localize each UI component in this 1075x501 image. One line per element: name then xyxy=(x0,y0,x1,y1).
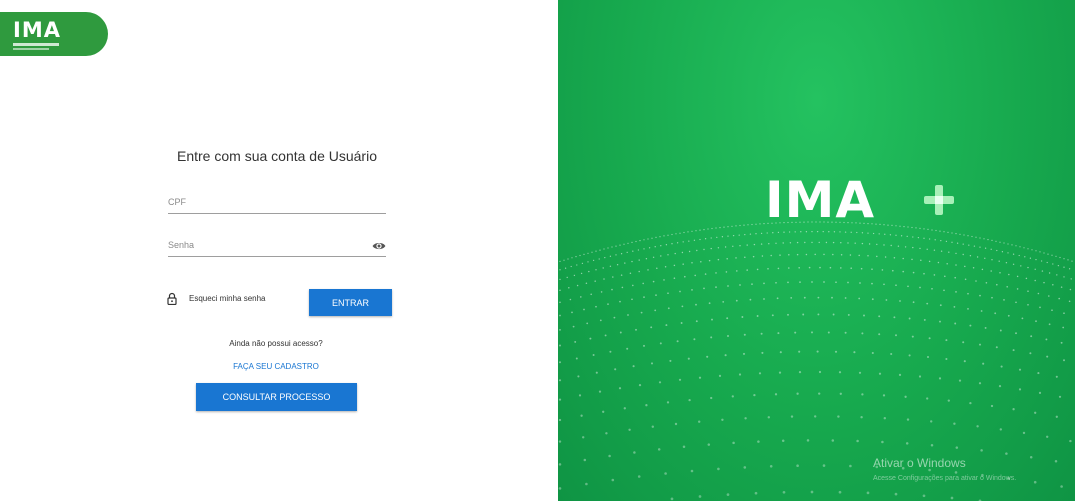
brand-logo: IMA xyxy=(765,172,985,232)
register-link[interactable]: FAÇA SEU CADASTRO xyxy=(196,362,356,371)
ima-logo: IMA xyxy=(0,12,108,56)
eye-icon[interactable] xyxy=(372,239,386,253)
cpf-input[interactable]: CPF xyxy=(168,195,386,214)
brand-text: IMA xyxy=(765,171,876,229)
consult-process-button[interactable]: CONSULTAR PROCESSO xyxy=(196,383,357,411)
windows-activation-subtitle: Acesse Configurações para ativar o Windo… xyxy=(873,475,1017,482)
brand-panel: IMA Ativar o Windows Acesse Configuraçõe… xyxy=(558,0,1075,501)
logo-tagline-bar xyxy=(13,43,59,46)
dot-pattern xyxy=(558,221,1073,501)
plus-icon xyxy=(924,185,954,215)
windows-activation-title: Ativar o Windows xyxy=(873,456,966,470)
logo-text: IMA xyxy=(13,18,61,42)
no-access-text: Ainda não possui acesso? xyxy=(229,339,323,348)
password-placeholder: Senha xyxy=(168,240,195,250)
login-button[interactable]: ENTRAR xyxy=(309,289,392,316)
login-title: Entre com sua conta de Usuário xyxy=(177,148,377,164)
cpf-placeholder: CPF xyxy=(168,197,186,207)
logo-tagline-bar-2 xyxy=(13,48,49,50)
forgot-password-text: Esqueci minha senha xyxy=(189,294,266,303)
password-input[interactable]: Senha xyxy=(168,238,386,257)
lock-icon xyxy=(167,292,177,305)
